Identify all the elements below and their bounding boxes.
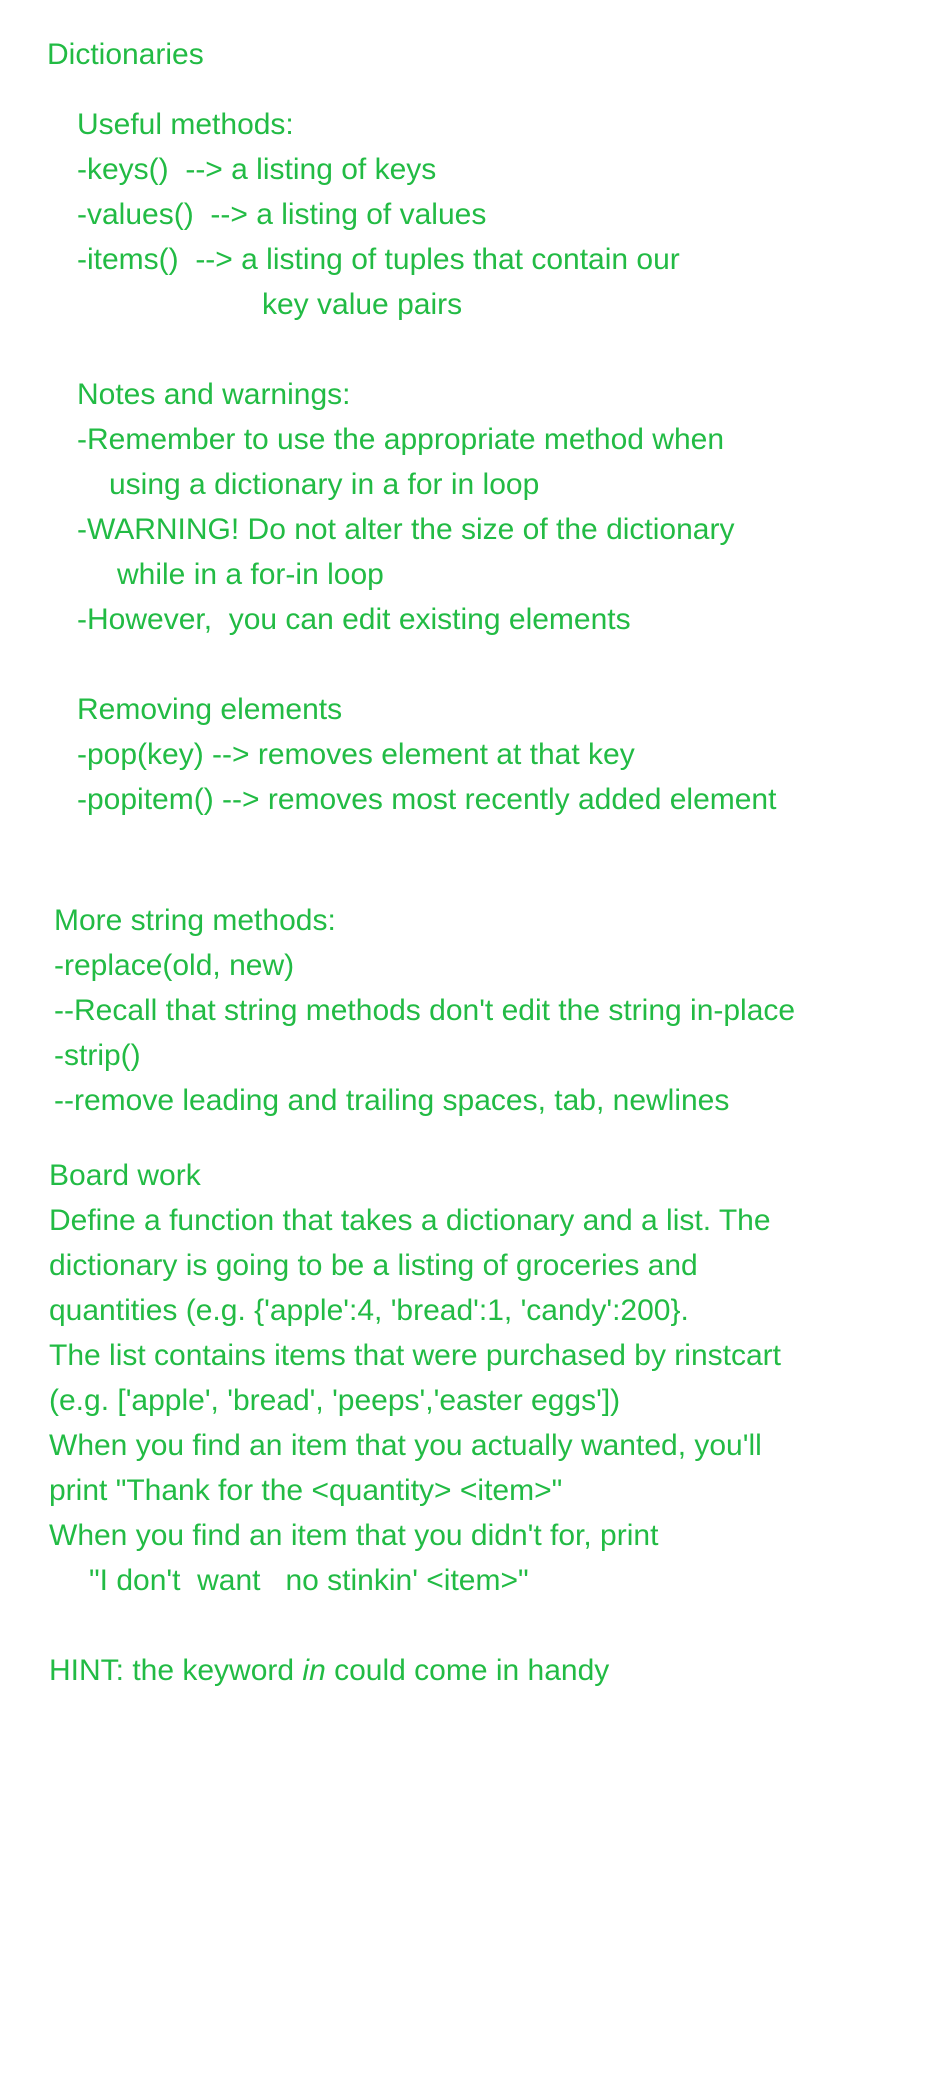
strip-method-detail: --remove leading and trailing spaces, ta… [54,1084,730,1117]
keys-method-note: -keys() --> a listing of keys [77,153,437,186]
note-edit-existing: -However, you can edit existing elements [77,603,631,636]
items-method-note: -items() --> a listing of tuples that co… [77,243,680,276]
popitem-method-note: -popitem() --> removes most recently add… [77,783,777,816]
board-work-line: Define a function that takes a dictionar… [49,1204,771,1237]
warning-size-alter-continued: while in a for-in loop [117,558,384,591]
replace-method-note: -replace(old, new) [54,949,295,982]
strip-method-note: -strip() [54,1039,141,1072]
board-work-line: When you find an item that you didn't fo… [49,1519,659,1552]
board-work-heading: Board work [49,1159,201,1192]
warning-size-alter: -WARNING! Do not alter the size of the d… [77,513,735,546]
values-method-note: -values() --> a listing of values [77,198,487,231]
notes-warnings-heading: Notes and warnings: [77,378,351,411]
replace-method-detail: --Recall that string methods don't edit … [54,994,796,1027]
removing-elements-heading: Removing elements [77,693,343,726]
string-methods-heading: More string methods: [54,904,336,937]
hint-suffix: could come in handy [325,1654,610,1687]
useful-methods-heading: Useful methods: [77,108,294,141]
page-title: Dictionaries [47,38,204,71]
board-work-line: When you find an item that you actually … [49,1429,762,1462]
note-appropriate-method-continued: using a dictionary in a for in loop [109,468,540,501]
board-work-line: (e.g. ['apple', 'bread', 'peeps','easter… [49,1384,621,1417]
board-work-line: print "Thank for the <quantity> <item>" [49,1474,563,1507]
board-work-line: "I don't want no stinkin' <item>" [89,1564,529,1597]
hint-prefix: HINT: the keyword [49,1654,303,1687]
note-appropriate-method: -Remember to use the appropriate method … [77,423,725,456]
hint-keyword: in [302,1654,326,1687]
items-method-note-continued: key value pairs [262,288,463,321]
hint-line: HINT: the keyword in could come in handy [49,1648,609,1693]
board-work-line: The list contains items that were purcha… [49,1339,781,1372]
board-work-line: quantities (e.g. {'apple':4, 'bread':1, … [49,1294,689,1327]
pop-method-note: -pop(key) --> removes element at that ke… [77,738,635,771]
board-work-line: dictionary is going to be a listing of g… [49,1249,698,1282]
